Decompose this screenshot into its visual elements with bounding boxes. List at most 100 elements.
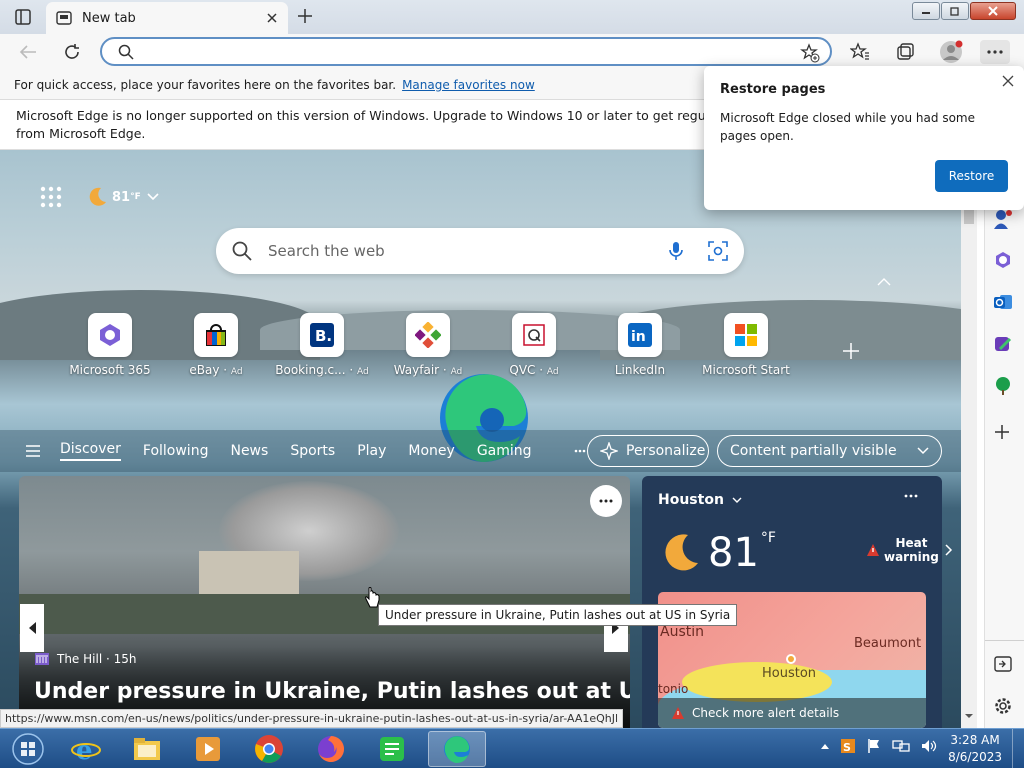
tab-play[interactable]: Play xyxy=(357,443,386,459)
ebay-icon xyxy=(194,313,238,357)
weather-more-icon[interactable] xyxy=(904,494,918,498)
weather-location-selector[interactable]: Houston xyxy=(658,492,742,508)
taskbar-firefox[interactable] xyxy=(303,731,359,767)
visual-search-icon[interactable] xyxy=(708,241,728,261)
network-icon[interactable] xyxy=(892,738,910,754)
collapse-chevron-up-icon[interactable] xyxy=(877,278,891,286)
designer-icon[interactable] xyxy=(993,334,1013,354)
show-hidden-icons-icon[interactable] xyxy=(820,742,830,750)
minimize-button[interactable] xyxy=(912,2,940,20)
tools-icon[interactable] xyxy=(992,208,1014,230)
quicklink-wayfair[interactable]: Wayfair · Ad xyxy=(375,313,481,377)
tab-actions-icon[interactable] xyxy=(14,8,32,26)
tab-following[interactable]: Following xyxy=(143,443,209,459)
manage-favorites-link[interactable]: Manage favorites now xyxy=(402,78,535,92)
more-tabs-icon[interactable] xyxy=(574,449,586,453)
vertical-scrollbar[interactable] xyxy=(961,150,977,728)
action-center-flag-icon[interactable] xyxy=(866,738,882,754)
quicklink-microsoft-365[interactable]: Microsoft 365 xyxy=(57,313,163,377)
personalize-button[interactable]: Personalize xyxy=(587,435,709,467)
heat-warning-alert[interactable]: Heat warning xyxy=(866,536,953,564)
new-tab-plus-icon[interactable] xyxy=(296,7,314,25)
quicklink-ebay[interactable]: eBay · Ad xyxy=(163,313,269,377)
quicklink-microsoft-start[interactable]: Microsoft Start xyxy=(693,313,799,377)
restore-window-button[interactable] xyxy=(941,2,969,20)
quicklink-booking[interactable]: B. Booking.c... · Ad xyxy=(269,313,375,377)
start-button[interactable] xyxy=(0,731,56,767)
hamburger-menu-icon[interactable] xyxy=(26,445,40,457)
tab-discover[interactable]: Discover xyxy=(60,441,121,461)
taskbar-file-explorer[interactable] xyxy=(119,731,175,767)
weather-summary[interactable]: 81 °F xyxy=(86,186,159,208)
settings-more-button[interactable] xyxy=(980,40,1010,64)
address-bar[interactable] xyxy=(100,37,832,66)
show-desktop-button[interactable] xyxy=(1012,729,1024,768)
tab-new-tab[interactable]: New tab xyxy=(46,2,288,34)
alert-line1: Heat xyxy=(895,536,928,550)
tab-money[interactable]: Money xyxy=(408,443,454,459)
carousel-prev-button[interactable] xyxy=(20,604,44,652)
chrome-icon xyxy=(255,735,283,763)
tab-gaming[interactable]: Gaming xyxy=(477,443,532,459)
volume-icon[interactable] xyxy=(920,738,938,754)
restore-button[interactable]: Restore xyxy=(935,160,1008,192)
add-sidebar-app-icon[interactable] xyxy=(994,424,1010,440)
tile-label: Microsoft Start xyxy=(702,363,790,377)
tab-news[interactable]: News xyxy=(230,443,268,459)
favorites-icon[interactable] xyxy=(850,42,870,62)
hero-headline[interactable]: Under pressure in Ukraine, Putin lashes … xyxy=(34,679,630,704)
quicklink-linkedin[interactable]: in LinkedIn xyxy=(587,313,693,377)
taskbar-clock[interactable]: 3:28 AM 8/6/2023 xyxy=(948,732,1002,766)
content-visibility-dropdown[interactable]: Content partially visible xyxy=(717,435,942,467)
add-favorite-icon[interactable] xyxy=(800,43,820,63)
taskbar-media-player[interactable] xyxy=(180,731,236,767)
taskbar-chrome[interactable] xyxy=(241,731,297,767)
tile-label: QVC xyxy=(509,363,536,377)
microsoft-365-icon xyxy=(88,313,132,357)
map-label-beaumont: Beaumont xyxy=(854,636,922,651)
scroll-down-icon[interactable] xyxy=(964,712,974,720)
tab-sports[interactable]: Sports xyxy=(290,443,335,459)
booking-icon: B. xyxy=(300,313,344,357)
wayfair-icon xyxy=(406,313,450,357)
outlook-icon[interactable] xyxy=(993,292,1013,312)
weather-card-unit: °F xyxy=(760,530,776,546)
firefox-icon xyxy=(318,736,344,762)
ad-badge: Ad xyxy=(230,367,243,377)
refresh-icon[interactable] xyxy=(62,42,82,62)
hand-cursor-icon xyxy=(364,587,380,609)
hero-news-card[interactable]: The Hill · 15h Under pressure in Ukraine… xyxy=(19,476,630,728)
clock-time: 3:28 AM xyxy=(950,733,1000,747)
apps-launcher-icon[interactable] xyxy=(40,186,62,208)
taskbar-notes-app[interactable] xyxy=(364,731,420,767)
hero-more-button[interactable] xyxy=(590,485,622,517)
tile-label: LinkedIn xyxy=(614,363,666,377)
check-alert-details-link[interactable]: Check more alert details xyxy=(658,698,926,728)
copilot-icon[interactable] xyxy=(993,250,1013,270)
alert-icon xyxy=(672,707,684,719)
web-search-box[interactable]: Search the web xyxy=(216,228,744,274)
scrollbar-thumb[interactable] xyxy=(964,210,974,224)
close-tab-icon[interactable] xyxy=(266,12,278,24)
taskbar-edge[interactable] xyxy=(428,731,486,767)
back-icon[interactable] xyxy=(18,43,38,61)
sidebar-settings-gear-icon[interactable] xyxy=(993,696,1013,716)
close-popup-icon[interactable] xyxy=(1002,75,1014,87)
hide-sidebar-icon[interactable] xyxy=(994,656,1012,672)
profile-avatar[interactable] xyxy=(939,40,963,64)
hero-source-text: The Hill · 15h xyxy=(57,652,137,666)
restore-pages-popup: Restore pages Microsoft Edge closed whil… xyxy=(704,66,1024,210)
ellipsis-icon xyxy=(987,50,1003,54)
svg-text:in: in xyxy=(631,329,646,345)
svg-text:B.: B. xyxy=(315,327,332,345)
collections-icon[interactable] xyxy=(895,42,915,62)
games-tree-icon[interactable] xyxy=(993,376,1013,396)
weather-card[interactable]: Houston 81 °F Heat warning Austin Beaumon… xyxy=(642,476,952,728)
microphone-icon[interactable] xyxy=(668,241,684,261)
tray-app-icon[interactable]: S xyxy=(840,738,856,754)
add-quicklink-icon[interactable] xyxy=(842,342,860,360)
close-window-button[interactable] xyxy=(970,2,1016,20)
taskbar-internet-explorer[interactable]: e xyxy=(58,731,114,767)
the-hill-logo-icon xyxy=(35,653,49,665)
quicklink-qvc[interactable]: QVC · Ad xyxy=(481,313,587,377)
